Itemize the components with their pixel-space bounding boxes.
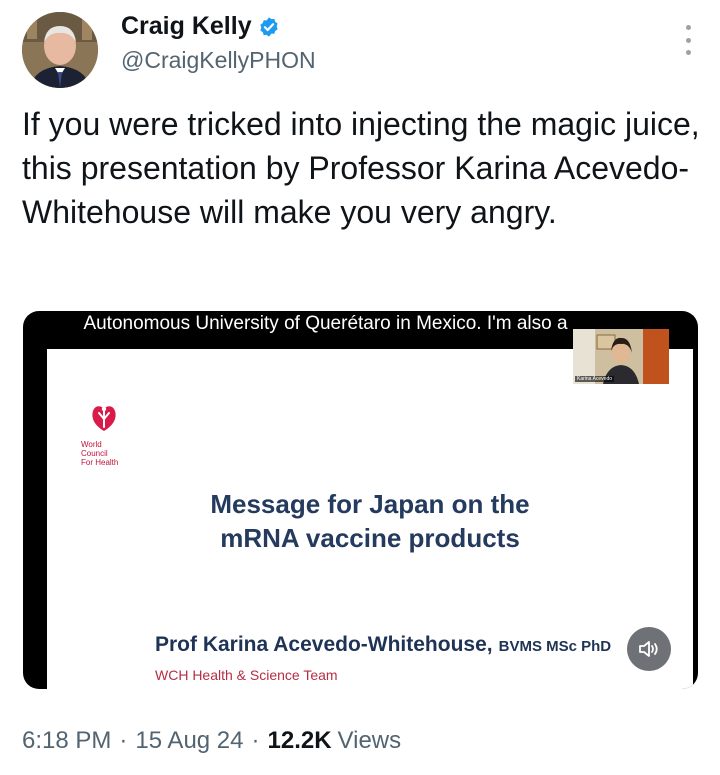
mute-button[interactable]	[627, 627, 671, 671]
author-name-row[interactable]: Craig Kelly	[121, 12, 280, 41]
verified-badge-icon	[259, 16, 278, 37]
presenter-team: WCH Health & Science Team	[155, 667, 338, 683]
video-subtitle: Autonomous University of Querétaro in Me…	[83, 313, 568, 334]
tweet-meta: 6:18 PM · 15 Aug 24 · 12.2K Views	[22, 727, 401, 755]
author-handle[interactable]: @CraigKellyPHON	[121, 47, 316, 74]
presenter-line: Prof Karina Acevedo-Whitehouse, BVMS MSc …	[155, 633, 611, 657]
webcam-label: Karina Acevedo	[575, 376, 615, 382]
wch-logo: World Council For Health	[81, 401, 127, 467]
slide-title: Message for Japan on the mRNA vaccine pr…	[210, 489, 530, 553]
video-player[interactable]: World Council For Health Message for Jap…	[23, 311, 698, 689]
meta-separator: ·	[251, 727, 260, 754]
views-label: Views	[337, 727, 402, 754]
speaker-muted-icon	[639, 641, 658, 657]
webcam-inset: Karina Acevedo	[573, 329, 669, 384]
more-options-icon[interactable]	[684, 25, 692, 55]
tweet-date[interactable]: 15 Aug 24	[135, 727, 243, 755]
presenter-quals: BVMS MSc PhD	[498, 638, 612, 655]
presentation-slide: World Council For Health Message for Jap…	[47, 349, 693, 689]
meta-separator: ·	[119, 727, 128, 754]
views-count: 12.2K	[267, 727, 332, 754]
avatar-image	[22, 12, 98, 88]
tweet-text: If you were tricked into injecting the m…	[22, 106, 709, 230]
tweet-time[interactable]: 6:18 PM	[22, 727, 111, 755]
presenter-name: Prof Karina Acevedo-Whitehouse,	[155, 633, 493, 656]
wch-logo-text: World Council For Health	[81, 440, 119, 467]
avatar[interactable]	[22, 12, 98, 88]
author-name[interactable]: Craig Kelly	[121, 12, 252, 41]
wch-logo-icon	[92, 406, 116, 431]
